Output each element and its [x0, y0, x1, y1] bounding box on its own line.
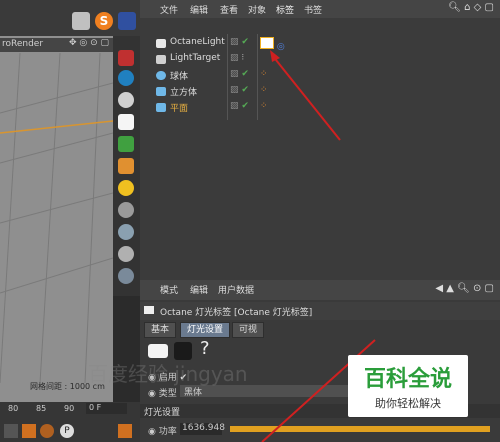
badge-title: 百科全说 — [363, 367, 452, 392]
site-badge: 百科全说 助你轻松解决 — [348, 355, 468, 417]
watermark: 百度经验 jingyan — [88, 362, 248, 386]
badge-subtitle: 助你轻松解决 — [375, 397, 441, 410]
